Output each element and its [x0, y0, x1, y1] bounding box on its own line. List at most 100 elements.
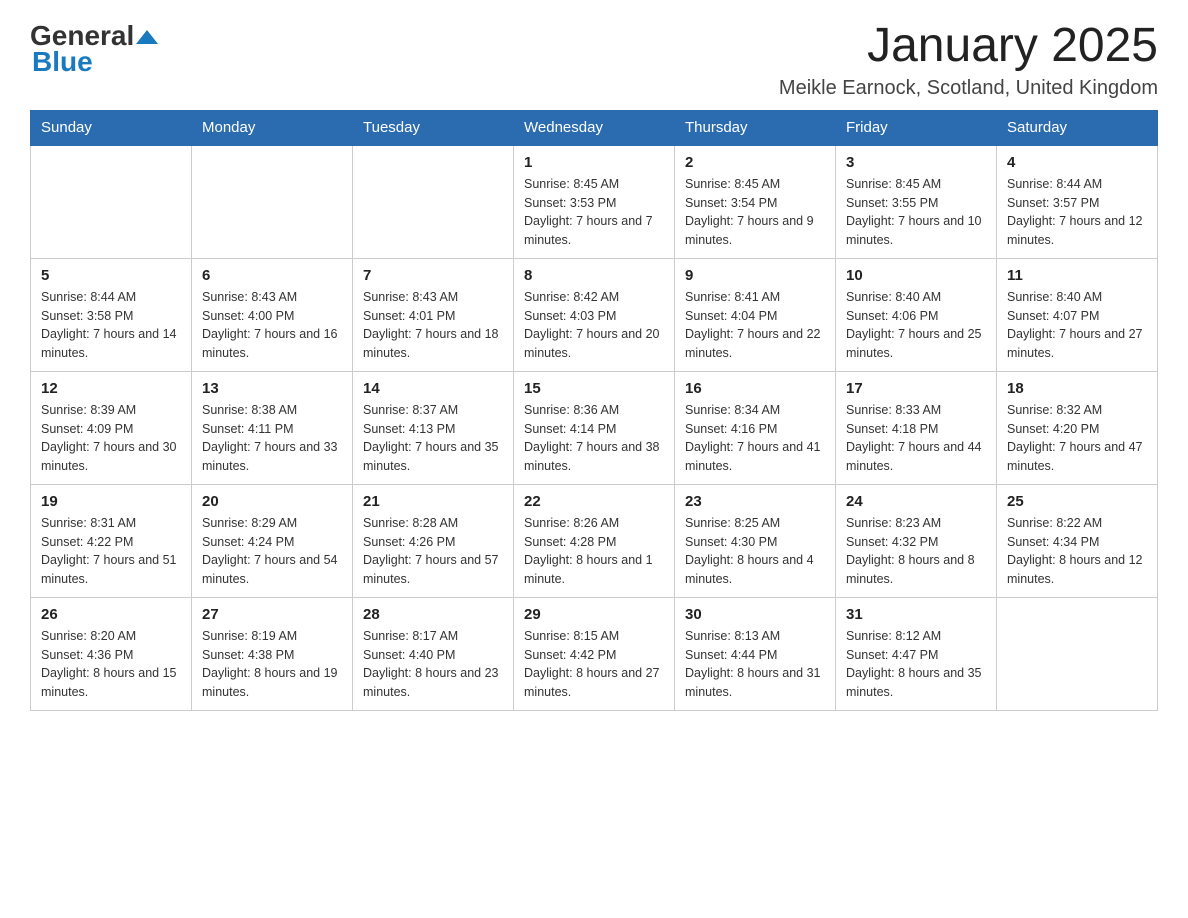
day-info: Sunrise: 8:37 AMSunset: 4:13 PMDaylight:… — [363, 401, 503, 476]
day-info: Sunrise: 8:15 AMSunset: 4:42 PMDaylight:… — [524, 627, 664, 702]
day-number: 19 — [41, 493, 181, 510]
calendar-cell-5-7 — [997, 597, 1158, 710]
calendar-cell-3-5: 16 Sunrise: 8:34 AMSunset: 4:16 PMDayligh… — [675, 371, 836, 484]
day-info: Sunrise: 8:38 AMSunset: 4:11 PMDaylight:… — [202, 401, 342, 476]
day-info: Sunrise: 8:40 AMSunset: 4:06 PMDaylight:… — [846, 288, 986, 363]
day-info: Sunrise: 8:43 AMSunset: 4:01 PMDaylight:… — [363, 288, 503, 363]
day-info: Sunrise: 8:23 AMSunset: 4:32 PMDaylight:… — [846, 514, 986, 589]
day-info: Sunrise: 8:29 AMSunset: 4:24 PMDaylight:… — [202, 514, 342, 589]
calendar-cell-3-6: 17 Sunrise: 8:33 AMSunset: 4:18 PMDayligh… — [836, 371, 997, 484]
calendar-cell-5-4: 29Sunrise: 8:15 AMSunset: 4:42 PMDayligh… — [514, 597, 675, 710]
calendar-week-3: 12 Sunrise: 8:39 AMSunset: 4:09 PMDayligh… — [31, 371, 1158, 484]
day-number: 4 — [1007, 154, 1147, 171]
day-number: 26 — [41, 606, 181, 623]
header-saturday: Saturday — [997, 110, 1158, 145]
calendar-cell-2-5: 9Sunrise: 8:41 AMSunset: 4:04 PMDaylight… — [675, 258, 836, 371]
calendar-cell-1-7: 4 Sunrise: 8:44 AMSunset: 3:57 PMDaylight… — [997, 145, 1158, 259]
day-info: Sunrise: 8:28 AMSunset: 4:26 PMDaylight:… — [363, 514, 503, 589]
day-info: Sunrise: 8:31 AMSunset: 4:22 PMDaylight:… — [41, 514, 181, 589]
day-info: Sunrise: 8:33 AMSunset: 4:18 PMDaylight:… — [846, 401, 986, 476]
calendar-cell-2-3: 7 Sunrise: 8:43 AMSunset: 4:01 PMDaylight… — [353, 258, 514, 371]
day-info: Sunrise: 8:36 AMSunset: 4:14 PMDaylight:… — [524, 401, 664, 476]
day-info: Sunrise: 8:22 AMSunset: 4:34 PMDaylight:… — [1007, 514, 1147, 589]
day-number: 20 — [202, 493, 342, 510]
day-info: Sunrise: 8:25 AMSunset: 4:30 PMDaylight:… — [685, 514, 825, 589]
header-monday: Monday — [192, 110, 353, 145]
calendar-cell-4-7: 25 Sunrise: 8:22 AMSunset: 4:34 PMDayligh… — [997, 484, 1158, 597]
calendar-cell-4-2: 20 Sunrise: 8:29 AMSunset: 4:24 PMDayligh… — [192, 484, 353, 597]
day-number: 15 — [524, 380, 664, 397]
calendar-cell-4-1: 19 Sunrise: 8:31 AMSunset: 4:22 PMDayligh… — [31, 484, 192, 597]
logo: General Blue — [30, 20, 158, 78]
calendar-cell-3-2: 13 Sunrise: 8:38 AMSunset: 4:11 PMDayligh… — [192, 371, 353, 484]
day-info: Sunrise: 8:44 AMSunset: 3:57 PMDaylight:… — [1007, 175, 1147, 250]
calendar-week-4: 19 Sunrise: 8:31 AMSunset: 4:22 PMDayligh… — [31, 484, 1158, 597]
day-number: 14 — [363, 380, 503, 397]
day-number: 8 — [524, 267, 664, 284]
day-info: Sunrise: 8:45 AMSunset: 3:55 PMDaylight:… — [846, 175, 986, 250]
header-tuesday: Tuesday — [353, 110, 514, 145]
calendar-cell-2-4: 8 Sunrise: 8:42 AMSunset: 4:03 PMDaylight… — [514, 258, 675, 371]
day-info: Sunrise: 8:34 AMSunset: 4:16 PMDaylight:… — [685, 401, 825, 476]
header-sunday: Sunday — [31, 110, 192, 145]
day-number: 12 — [41, 380, 181, 397]
day-info: Sunrise: 8:42 AMSunset: 4:03 PMDaylight:… — [524, 288, 664, 363]
day-number: 6 — [202, 267, 342, 284]
calendar-cell-3-3: 14 Sunrise: 8:37 AMSunset: 4:13 PMDayligh… — [353, 371, 514, 484]
calendar-cell-1-4: 1 Sunrise: 8:45 AMSunset: 3:53 PMDaylight… — [514, 145, 675, 259]
day-number: 25 — [1007, 493, 1147, 510]
calendar-cell-2-1: 5Sunrise: 8:44 AMSunset: 3:58 PMDaylight… — [31, 258, 192, 371]
day-info: Sunrise: 8:43 AMSunset: 4:00 PMDaylight:… — [202, 288, 342, 363]
day-number: 24 — [846, 493, 986, 510]
calendar-week-2: 5Sunrise: 8:44 AMSunset: 3:58 PMDaylight… — [31, 258, 1158, 371]
day-info: Sunrise: 8:39 AMSunset: 4:09 PMDaylight:… — [41, 401, 181, 476]
calendar-cell-5-1: 26 Sunrise: 8:20 AMSunset: 4:36 PMDayligh… — [31, 597, 192, 710]
day-info: Sunrise: 8:26 AMSunset: 4:28 PMDaylight:… — [524, 514, 664, 589]
logo-blue-text: Blue — [32, 46, 93, 78]
calendar-cell-4-4: 22 Sunrise: 8:26 AMSunset: 4:28 PMDayligh… — [514, 484, 675, 597]
calendar-cell-1-2 — [192, 145, 353, 259]
day-info: Sunrise: 8:32 AMSunset: 4:20 PMDaylight:… — [1007, 401, 1147, 476]
header-friday: Friday — [836, 110, 997, 145]
day-number: 23 — [685, 493, 825, 510]
day-number: 17 — [846, 380, 986, 397]
day-number: 11 — [1007, 267, 1147, 284]
title-area: January 2025 Meikle Earnock, Scotland, U… — [779, 20, 1158, 100]
day-info: Sunrise: 8:12 AMSunset: 4:47 PMDaylight:… — [846, 627, 986, 702]
day-number: 5 — [41, 267, 181, 284]
calendar-cell-5-6: 31 Sunrise: 8:12 AMSunset: 4:47 PMDayligh… — [836, 597, 997, 710]
calendar-cell-2-6: 10 Sunrise: 8:40 AMSunset: 4:06 PMDayligh… — [836, 258, 997, 371]
calendar-cell-1-3 — [353, 145, 514, 259]
day-number: 2 — [685, 154, 825, 171]
day-number: 7 — [363, 267, 503, 284]
logo-triangle-icon — [136, 26, 158, 48]
day-info: Sunrise: 8:17 AMSunset: 4:40 PMDaylight:… — [363, 627, 503, 702]
day-number: 21 — [363, 493, 503, 510]
day-number: 10 — [846, 267, 986, 284]
day-number: 28 — [363, 606, 503, 623]
day-number: 9 — [685, 267, 825, 284]
calendar-table: SundayMondayTuesdayWednesdayThursdayFrid… — [30, 110, 1158, 711]
day-number: 16 — [685, 380, 825, 397]
location: Meikle Earnock, Scotland, United Kingdom — [779, 77, 1158, 100]
calendar-cell-4-5: 23 Sunrise: 8:25 AMSunset: 4:30 PMDayligh… — [675, 484, 836, 597]
day-number: 30 — [685, 606, 825, 623]
calendar-header-row: SundayMondayTuesdayWednesdayThursdayFrid… — [31, 110, 1158, 145]
month-title: January 2025 — [779, 20, 1158, 73]
calendar-cell-3-7: 18Sunrise: 8:32 AMSunset: 4:20 PMDayligh… — [997, 371, 1158, 484]
day-number: 3 — [846, 154, 986, 171]
day-number: 31 — [846, 606, 986, 623]
day-number: 22 — [524, 493, 664, 510]
calendar-cell-5-2: 27Sunrise: 8:19 AMSunset: 4:38 PMDayligh… — [192, 597, 353, 710]
day-info: Sunrise: 8:20 AMSunset: 4:36 PMDaylight:… — [41, 627, 181, 702]
day-info: Sunrise: 8:40 AMSunset: 4:07 PMDaylight:… — [1007, 288, 1147, 363]
calendar-cell-3-4: 15 Sunrise: 8:36 AMSunset: 4:14 PMDayligh… — [514, 371, 675, 484]
day-number: 13 — [202, 380, 342, 397]
calendar-week-5: 26 Sunrise: 8:20 AMSunset: 4:36 PMDayligh… — [31, 597, 1158, 710]
calendar-cell-5-5: 30Sunrise: 8:13 AMSunset: 4:44 PMDayligh… — [675, 597, 836, 710]
calendar-cell-4-6: 24 Sunrise: 8:23 AMSunset: 4:32 PMDayligh… — [836, 484, 997, 597]
day-number: 27 — [202, 606, 342, 623]
day-number: 1 — [524, 154, 664, 171]
calendar-cell-1-6: 3 Sunrise: 8:45 AMSunset: 3:55 PMDaylight… — [836, 145, 997, 259]
day-info: Sunrise: 8:45 AMSunset: 3:53 PMDaylight:… — [524, 175, 664, 250]
